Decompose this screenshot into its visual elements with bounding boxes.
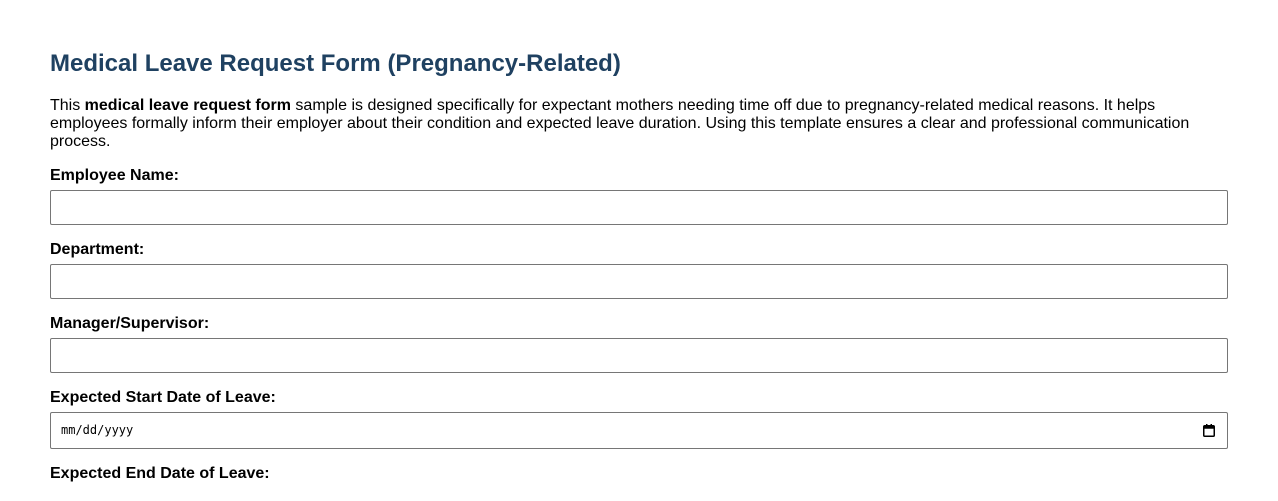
manager-label: Manager/Supervisor: (50, 315, 210, 332)
leave-request-page: Medical Leave Request Form (Pregnancy-Re… (0, 0, 1278, 483)
intro-paragraph: This medical leave request form sample i… (50, 97, 1210, 151)
start-date-placeholder: mm/dd/yyyy (61, 423, 134, 437)
page-title: Medical Leave Request Form (Pregnancy-Re… (50, 50, 621, 77)
department-input[interactable] (50, 264, 1228, 299)
end-date-label: Expected End Date of Leave: (50, 465, 270, 482)
start-date-input[interactable]: mm/dd/yyyy (50, 412, 1228, 449)
employee-name-field-group: Employee Name: (50, 167, 1228, 225)
calendar-icon[interactable] (1203, 424, 1215, 437)
department-label: Department: (50, 241, 145, 258)
department-field-group: Department: (50, 241, 1228, 299)
end-date-field-group: Expected End Date of Leave: (50, 465, 1228, 483)
intro-bold-text: medical leave request form (84, 97, 291, 114)
intro-prefix: This (50, 97, 85, 114)
start-date-label: Expected Start Date of Leave: (50, 389, 276, 406)
manager-input[interactable] (50, 338, 1228, 373)
employee-name-label: Employee Name: (50, 167, 179, 184)
start-date-field-group: Expected Start Date of Leave: mm/dd/yyyy (50, 389, 1228, 449)
employee-name-input[interactable] (50, 190, 1228, 225)
manager-field-group: Manager/Supervisor: (50, 315, 1228, 373)
